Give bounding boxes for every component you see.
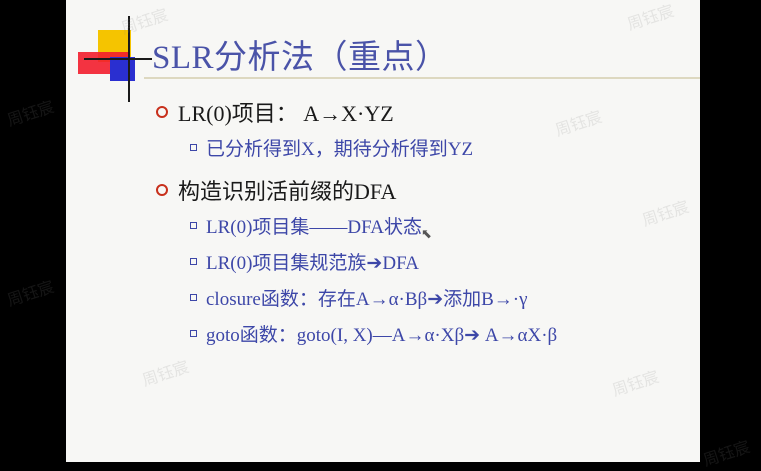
watermark: 周钰宸 — [4, 96, 57, 130]
circle-bullet-icon — [156, 106, 168, 118]
sub-bullet-item-goto: goto函数：goto(I, X)—A→α·Xβ➔ A→αX·β — [190, 320, 557, 347]
square-bullet-icon — [190, 330, 197, 337]
square-bullet-icon — [190, 144, 197, 151]
watermark: 周钰宸 — [639, 196, 692, 230]
square-bullet-icon — [190, 294, 197, 301]
square-bullet-icon — [190, 258, 197, 265]
presentation-slide: SLR分析法（重点） LR(0)项目： A→X·YZ 已分析得到X，期待分析得到… — [66, 0, 700, 462]
sub-bullet-item-item-set: LR(0)项目集——DFA状态 — [190, 212, 422, 239]
sub-bullet-text: goto函数：goto(I, X)—A→α·Xβ➔ A→αX·β — [206, 325, 558, 346]
watermark: 周钰宸 — [609, 366, 662, 400]
watermark: 周钰宸 — [4, 276, 57, 310]
bullet-item-construct-dfa: 构造识别活前缀的DFA — [156, 174, 396, 206]
sub-bullet-item-canonical-collection: LR(0)项目集规范族➔DFA — [190, 248, 419, 275]
slide-title: SLR分析法（重点） — [152, 40, 449, 76]
sub-bullet-text: 已分析得到X，期待分析得到YZ — [206, 139, 474, 160]
decor-blue-square — [110, 57, 135, 81]
watermark: 周钰宸 — [139, 356, 192, 390]
mouse-cursor-icon: ⬉ — [421, 227, 432, 242]
square-bullet-icon — [190, 222, 197, 229]
watermark: 周钰宸 — [552, 106, 605, 140]
sub-bullet-text: closure函数：存在A→α·Bβ➔添加B→·γ — [206, 289, 528, 310]
sub-bullet-text: LR(0)项目集规范族➔DFA — [206, 253, 419, 274]
circle-bullet-icon — [156, 184, 168, 196]
watermark: 周钰宸 — [700, 436, 753, 470]
sub-bullet-item-analyzed: 已分析得到X，期待分析得到YZ — [190, 134, 473, 161]
bullet-text: LR(0)项目： A→X·YZ — [178, 101, 394, 126]
title-underline — [144, 77, 700, 79]
sub-bullet-text: LR(0)项目集——DFA状态 — [206, 217, 423, 238]
bullet-text: 构造识别活前缀的DFA — [178, 179, 397, 204]
bullet-item-lr0-item: LR(0)项目： A→X·YZ — [156, 96, 394, 128]
decor-horizontal-line — [84, 58, 152, 60]
watermark: 周钰宸 — [624, 0, 677, 34]
sub-bullet-item-closure: closure函数：存在A→α·Bβ➔添加B→·γ — [190, 284, 528, 311]
